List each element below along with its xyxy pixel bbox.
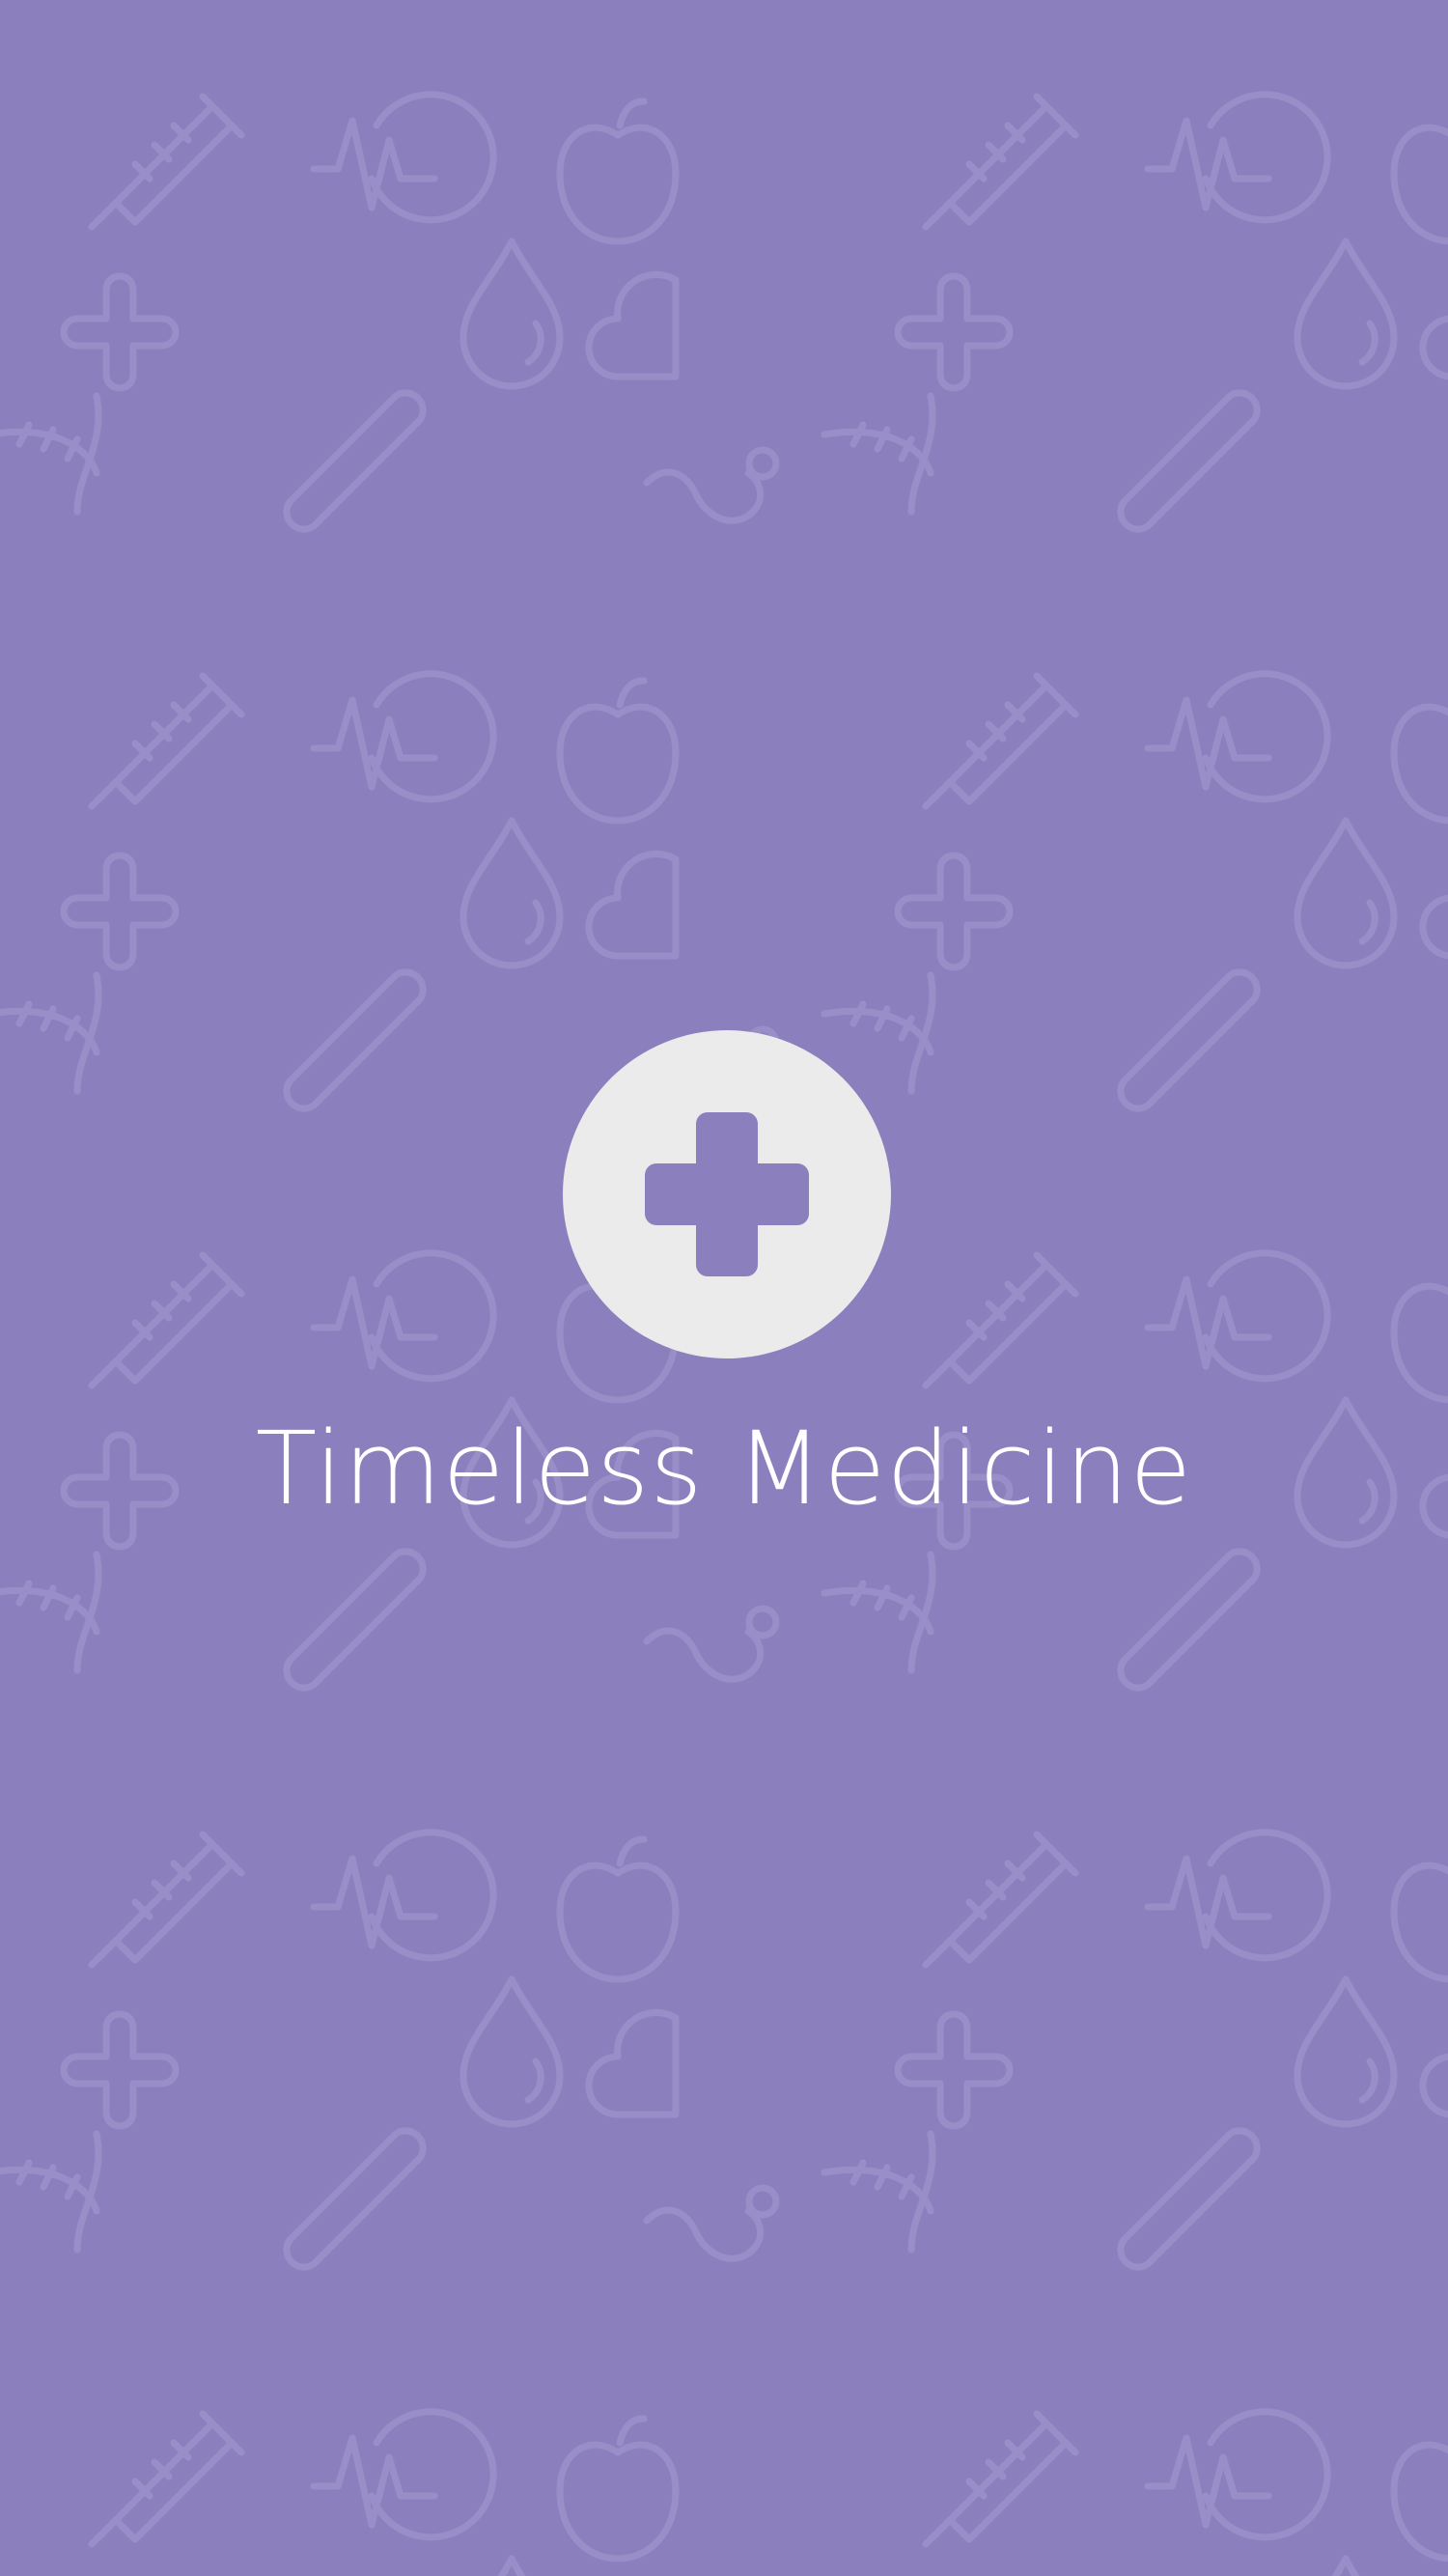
app-title: Timeless Medicine — [255, 1410, 1193, 1527]
app-logo — [563, 1030, 891, 1358]
